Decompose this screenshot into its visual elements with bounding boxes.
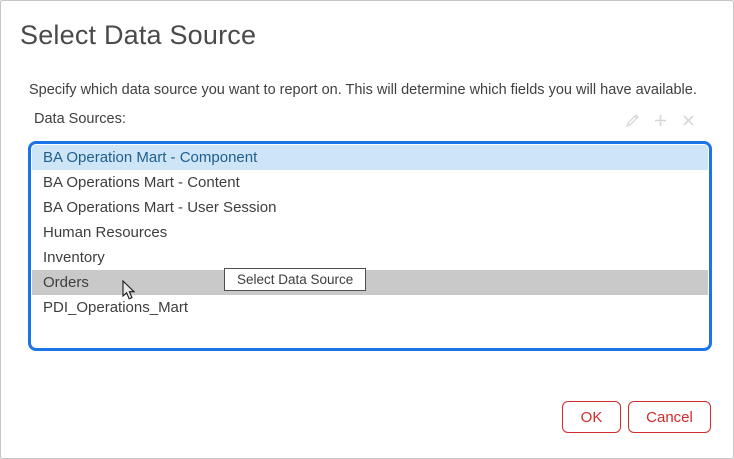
ok-button[interactable]: OK	[562, 401, 621, 433]
tooltip: Select Data Source	[224, 268, 366, 291]
list-item-ba-operations-mart-user-session[interactable]: BA Operations Mart - User Session	[32, 195, 708, 220]
data-sources-label: Data Sources:	[34, 111, 126, 127]
list-item-human-resources[interactable]: Human Resources	[32, 220, 708, 245]
edit-icon[interactable]	[624, 112, 641, 129]
list-item-ba-operations-mart-content[interactable]: BA Operations Mart - Content	[32, 170, 708, 195]
delete-icon[interactable]	[680, 112, 697, 129]
add-icon[interactable]	[652, 112, 669, 129]
dialog-title: Select Data Source	[20, 20, 256, 51]
list-toolbar	[624, 112, 697, 129]
list-item-inventory[interactable]: Inventory	[32, 245, 708, 270]
select-data-source-dialog: Select Data Source Specify which data so…	[0, 0, 734, 459]
data-sources-list: BA Operation Mart - Component BA Operati…	[32, 145, 708, 347]
list-item-ba-operation-mart-component[interactable]: BA Operation Mart - Component	[32, 145, 708, 170]
cancel-button[interactable]: Cancel	[628, 401, 711, 433]
mouse-cursor-icon	[122, 280, 136, 306]
dialog-description: Specify which data source you want to re…	[29, 82, 697, 98]
data-sources-listbox: BA Operation Mart - Component BA Operati…	[28, 141, 712, 351]
